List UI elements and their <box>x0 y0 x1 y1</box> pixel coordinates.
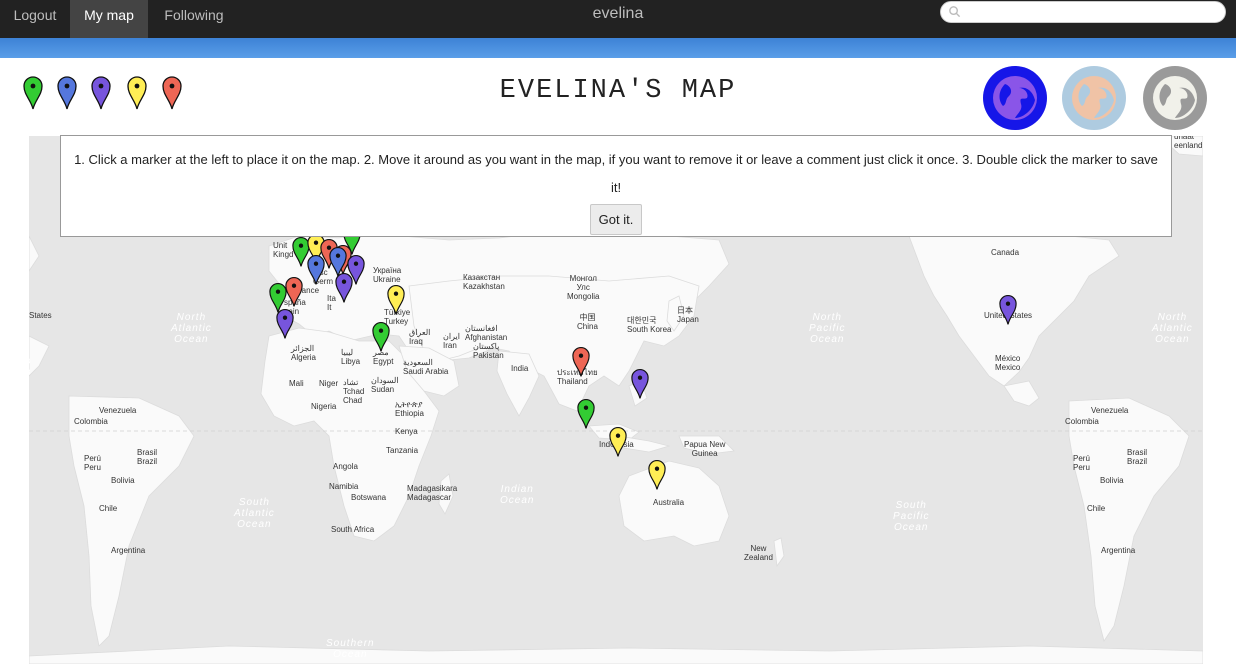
label-states-left: States <box>29 311 52 320</box>
label-bolivia-right: Bolivia <box>1100 476 1124 485</box>
red-map-marker[interactable] <box>572 346 590 378</box>
instructions-dialog: 1. Click a marker at the left to place i… <box>60 135 1172 237</box>
label-chile-right: Chile <box>1087 504 1106 513</box>
label-botswana: Botswana <box>351 493 387 502</box>
green-map-marker[interactable] <box>372 321 390 353</box>
label-madagascar: Madagasikara Madagascar <box>407 484 458 502</box>
label-bolivia-left: Bolivia <box>111 476 135 485</box>
my-map-link[interactable]: My map <box>70 0 148 38</box>
got-it-button[interactable]: Got it. <box>589 204 643 235</box>
label-australia: Australia <box>653 498 685 507</box>
globe-peach-icon[interactable] <box>1062 66 1126 130</box>
label-argentina-left: Argentina <box>111 546 146 555</box>
green-map-marker[interactable] <box>577 398 595 430</box>
label-algeria: الجزائر Algeria <box>291 344 316 362</box>
label-chad: تشاد Tchad Chad <box>343 378 365 405</box>
ocean-indian: Indian Ocean <box>500 484 535 506</box>
label-south-korea: 대한민국 South Korea <box>627 316 672 334</box>
label-brasil-right: Brasil Brazil <box>1127 448 1148 466</box>
ocean-south-pacific: South Pacific Ocean <box>893 500 930 533</box>
label-niger: Niger <box>319 379 339 388</box>
label-canada: Canada <box>991 248 1020 257</box>
label-brasil-left: Brasil Brazil <box>137 448 158 466</box>
following-link[interactable]: Following <box>148 0 240 38</box>
blue-map-marker[interactable] <box>307 254 325 286</box>
search-box[interactable] <box>940 1 1226 23</box>
ocean-left-edge: o n <box>29 356 32 378</box>
ocean-north-atlantic: North Atlantic Ocean <box>171 312 212 345</box>
label-angola: Angola <box>333 462 358 471</box>
label-argentina-right: Argentina <box>1101 546 1136 555</box>
label-mexico: México Mexico <box>995 354 1021 372</box>
label-kenya: Kenya <box>395 427 418 436</box>
label-libya: ليبيا Libya <box>341 348 361 366</box>
globe-gray-icon[interactable] <box>1143 66 1207 130</box>
ocean-southern: Southern Ocean <box>326 638 375 660</box>
label-colombia-right: Colombia <box>1065 417 1099 426</box>
ocean-south-atlantic: South Atlantic Ocean <box>234 497 275 530</box>
label-china: 中国 China <box>577 313 598 331</box>
red-map-marker[interactable] <box>285 276 303 308</box>
page-edge <box>1230 58 1236 664</box>
label-kazakhstan: Казакстан Kazakhstan <box>463 273 505 291</box>
search-input[interactable] <box>963 4 1222 22</box>
label-venezuela-left: Venezuela <box>99 406 137 415</box>
top-navbar: Logout My map Following evelina <box>0 0 1236 38</box>
purple-map-marker[interactable] <box>999 294 1017 326</box>
purple-map-marker[interactable] <box>335 272 353 304</box>
label-south-africa: South Africa <box>331 525 375 534</box>
purple-map-marker[interactable] <box>631 368 649 400</box>
yellow-map-marker[interactable] <box>648 459 666 491</box>
label-peru-left: Perú Peru <box>84 454 101 472</box>
purple-map-marker[interactable] <box>276 308 294 340</box>
label-united-kingdom: Unit Kingd <box>273 241 294 259</box>
label-peru-right: Perú Peru <box>1073 454 1090 472</box>
label-new-zealand: New Zealand <box>744 544 773 562</box>
label-chile-left: Chile <box>99 504 118 513</box>
accent-bar <box>0 38 1236 58</box>
label-greenland: unaat eenland <box>1174 136 1203 150</box>
search-icon <box>949 6 961 18</box>
page-title: EVELINA'S MAP <box>499 76 737 106</box>
label-mali: Mali <box>289 379 304 388</box>
label-papua-new-guinea: Papua New Guinea <box>684 440 726 458</box>
globe-blue-icon[interactable] <box>983 66 1047 130</box>
label-japan: 日本 Japan <box>677 306 699 324</box>
label-pakistan: پاکستان Pakistan <box>473 342 504 360</box>
label-saudi-arabia: السعودية Saudi Arabia <box>403 358 449 376</box>
label-ukraine: Україна Ukraine <box>373 266 402 284</box>
yellow-map-marker[interactable] <box>609 426 627 458</box>
label-tanzania: Tanzania <box>386 446 419 455</box>
ocean-north-atlantic-right: North Atlantic Ocean <box>1152 312 1193 345</box>
label-venezuela-right: Venezuela <box>1091 406 1129 415</box>
label-namibia: Namibia <box>329 482 359 491</box>
logout-link[interactable]: Logout <box>0 0 70 38</box>
label-mongolia: Монгол Улс Mongolia <box>567 274 600 301</box>
label-sudan: السودان Sudan <box>371 376 399 394</box>
label-ethiopia: ኢትዮጵያ Ethiopia <box>395 400 424 418</box>
label-india: India <box>511 364 529 373</box>
yellow-map-marker[interactable] <box>387 284 405 316</box>
ocean-north-pacific: North Pacific Ocean <box>809 312 846 345</box>
label-colombia-left: Colombia <box>74 417 108 426</box>
label-afghanistan: افغانستان Afghanistan <box>465 324 508 342</box>
instructions-text: 1. Click a marker at the left to place i… <box>74 152 1158 195</box>
label-nigeria: Nigeria <box>311 402 337 411</box>
label-iraq: العراق Iraq <box>409 328 431 346</box>
label-iran: ایران Iran <box>443 332 460 350</box>
